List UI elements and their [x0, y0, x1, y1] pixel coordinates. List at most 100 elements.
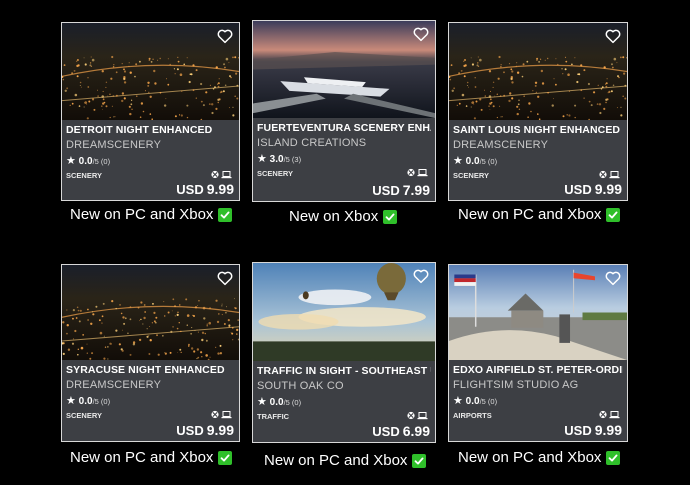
heart-icon[interactable]: [216, 27, 234, 45]
product-category: AIRPORTS: [453, 411, 492, 420]
product-info: FUERTEVENTURA SCENERY ENHA ISLAND CREATI…: [253, 118, 435, 201]
heart-icon[interactable]: [604, 269, 622, 287]
product-card[interactable]: SAINT LOUIS NIGHT ENHANCED DREAMSCENERY …: [448, 22, 628, 201]
product-title: TRAFFIC IN SIGHT - SOUTHEAST U: [257, 365, 431, 377]
product-info: SAINT LOUIS NIGHT ENHANCED DREAMSCENERY …: [449, 120, 627, 200]
rating-score: 0.0: [78, 396, 93, 407]
platform-icons: [407, 411, 429, 420]
checkmark-icon: [606, 207, 621, 222]
product-price: USD 6.99: [372, 423, 430, 439]
product-thumbnail: [253, 263, 435, 361]
product-publisher[interactable]: SOUTH OAK CO: [257, 380, 344, 392]
caption-text: New on PC and Xbox: [70, 449, 214, 466]
checkmark-icon: [218, 450, 233, 465]
checkmark-icon: [218, 207, 233, 222]
xbox-icon: [211, 410, 219, 419]
caption-text: New on Xbox: [289, 208, 379, 225]
product-price: USD 9.99: [564, 422, 622, 438]
platform-icons: [211, 170, 233, 179]
product-publisher[interactable]: DREAMSCENERY: [453, 139, 548, 151]
product-info: EDXO AIRFIELD ST. PETER-ORDING FLIGHTSIM…: [449, 360, 627, 441]
price-currency: USD: [564, 423, 592, 438]
product-title: DETROIT NIGHT ENHANCED: [66, 124, 213, 136]
product-title: FUERTEVENTURA SCENERY ENHA: [257, 122, 431, 134]
release-caption: New on PC and Xbox: [70, 449, 233, 466]
product-price: USD 7.99: [372, 182, 430, 198]
product-title: SAINT LOUIS NIGHT ENHANCED: [453, 124, 621, 136]
caption-text: New on PC and Xbox: [458, 206, 602, 223]
product-card[interactable]: FUERTEVENTURA SCENERY ENHA ISLAND CREATI…: [252, 20, 436, 202]
star-icon: ★: [257, 396, 267, 408]
release-caption: New on Xbox: [289, 208, 398, 225]
laptop-icon: [221, 411, 232, 419]
xbox-icon: [599, 410, 607, 419]
rating-score: 0.0: [465, 156, 480, 167]
star-icon: ★: [257, 153, 267, 165]
product-card[interactable]: DETROIT NIGHT ENHANCED DREAMSCENERY ★ 0.…: [61, 22, 240, 201]
product-thumbnail: [253, 21, 435, 118]
laptop-icon: [417, 169, 428, 177]
release-caption: New on PC and Xbox: [458, 449, 621, 466]
rating-suffix: /5 (0): [283, 398, 302, 407]
product-info: TRAFFIC IN SIGHT - SOUTHEAST U SOUTH OAK…: [253, 361, 435, 442]
price-value: 6.99: [402, 423, 430, 439]
rating-suffix: /5 (0): [92, 397, 111, 406]
product-rating: ★ 0.0/5 (0): [257, 395, 301, 408]
platform-icons: [599, 410, 621, 419]
product-publisher[interactable]: ISLAND CREATIONS: [257, 137, 366, 149]
star-icon: ★: [453, 395, 463, 407]
rating-suffix: /5 (0): [92, 157, 111, 166]
product-category: SCENERY: [453, 171, 489, 180]
product-rating: ★ 0.0/5 (0): [66, 394, 110, 407]
heart-icon[interactable]: [412, 267, 430, 285]
product-publisher[interactable]: DREAMSCENERY: [66, 139, 161, 151]
price-currency: USD: [176, 182, 204, 197]
product-thumbnail: [449, 265, 627, 360]
star-icon: ★: [453, 155, 463, 167]
product-price: USD 9.99: [176, 422, 234, 438]
product-thumbnail: [62, 265, 239, 360]
rating-suffix: /5 (0): [479, 397, 498, 406]
xbox-icon: [407, 411, 415, 420]
platform-icons: [599, 170, 621, 179]
product-card[interactable]: TRAFFIC IN SIGHT - SOUTHEAST U SOUTH OAK…: [252, 262, 436, 443]
star-icon: ★: [66, 395, 76, 407]
heart-icon[interactable]: [412, 25, 430, 43]
price-value: 9.99: [206, 181, 234, 197]
product-thumbnail: [449, 23, 627, 120]
heart-icon[interactable]: [604, 27, 622, 45]
heart-icon[interactable]: [216, 269, 234, 287]
product-price: USD 9.99: [176, 181, 234, 197]
release-caption: New on PC and Xbox: [70, 206, 233, 223]
product-card[interactable]: SYRACUSE NIGHT ENHANCED DREAMSCENERY ★ 0…: [61, 264, 240, 442]
rating-suffix: /5 (0): [479, 157, 498, 166]
xbox-icon: [211, 170, 219, 179]
laptop-icon: [609, 171, 620, 179]
star-icon: ★: [66, 155, 76, 167]
rating-score: 0.0: [465, 396, 480, 407]
product-title: SYRACUSE NIGHT ENHANCED: [66, 364, 225, 376]
product-title: EDXO AIRFIELD ST. PETER-ORDING: [453, 364, 623, 376]
caption-text: New on PC and Xbox: [458, 449, 602, 466]
product-category: SCENERY: [66, 411, 102, 420]
rating-score: 3.0: [269, 154, 284, 165]
price-value: 9.99: [206, 422, 234, 438]
product-thumbnail: [62, 23, 239, 120]
product-rating: ★ 3.0/5 (3): [257, 152, 301, 165]
rating-score: 0.0: [78, 156, 93, 167]
product-rating: ★ 0.0/5 (0): [66, 154, 110, 167]
price-currency: USD: [176, 423, 204, 438]
product-card[interactable]: EDXO AIRFIELD ST. PETER-ORDING FLIGHTSIM…: [448, 264, 628, 442]
product-category: SCENERY: [66, 171, 102, 180]
rating-suffix: /5 (3): [283, 155, 302, 164]
laptop-icon: [609, 411, 620, 419]
product-info: DETROIT NIGHT ENHANCED DREAMSCENERY ★ 0.…: [62, 120, 239, 200]
product-category: TRAFFIC: [257, 412, 290, 421]
product-publisher[interactable]: DREAMSCENERY: [66, 379, 161, 391]
rating-score: 0.0: [269, 397, 284, 408]
caption-text: New on PC and Xbox: [70, 206, 214, 223]
platform-icons: [211, 410, 233, 419]
product-info: SYRACUSE NIGHT ENHANCED DREAMSCENERY ★ 0…: [62, 360, 239, 441]
price-currency: USD: [372, 183, 400, 198]
product-publisher[interactable]: FLIGHTSIM STUDIO AG: [453, 379, 578, 391]
